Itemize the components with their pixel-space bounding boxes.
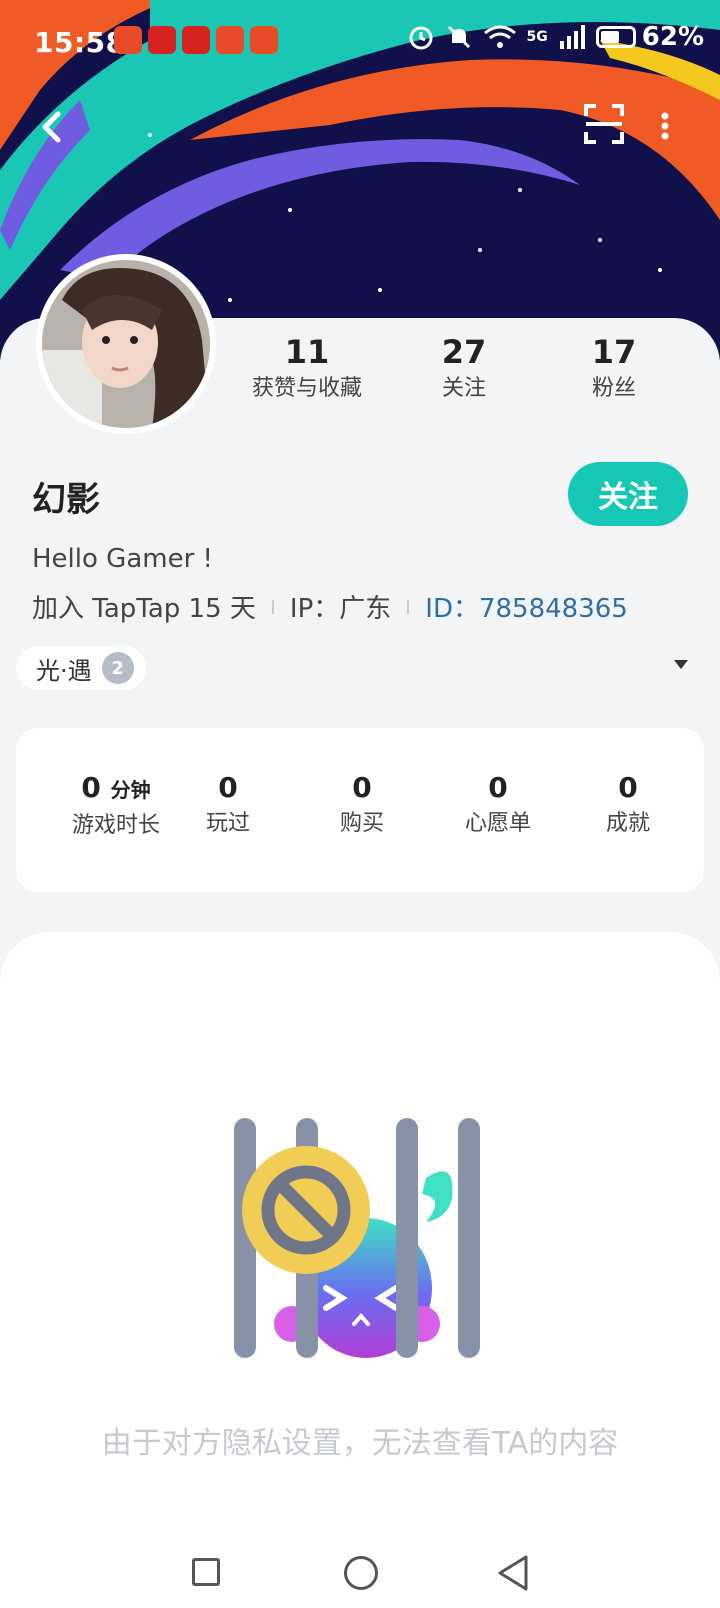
stat-value: 0 xyxy=(488,771,508,804)
battery-icon xyxy=(595,26,636,48)
join-duration: 加入 TapTap 15 天 xyxy=(32,594,256,624)
game-tag-name: 光·遇 xyxy=(36,656,92,685)
stat-value: 11 xyxy=(284,333,330,371)
stat-value: 0 xyxy=(352,771,372,804)
stat-value: 0 xyxy=(81,771,101,804)
stat-value: 0 xyxy=(218,771,238,804)
stat-value: 0 xyxy=(618,771,638,804)
stat-label: 获赞与收藏 xyxy=(251,376,362,401)
game-stats-card: 0 分钟 游戏时长 0 玩过 0 购买 0 心愿单 0 成就 xyxy=(16,728,704,892)
recent-apps-icon[interactable] xyxy=(192,1558,220,1586)
stat-following[interactable]: 27 关注 xyxy=(414,332,514,406)
pinduoduo-app-icon xyxy=(148,26,176,54)
taobao-app-icon xyxy=(114,26,142,54)
game-tag[interactable]: 光·遇 2 xyxy=(16,646,146,690)
home-icon[interactable] xyxy=(344,1556,378,1590)
scan-icon[interactable] xyxy=(580,100,628,148)
taobao-app-icon xyxy=(250,26,278,54)
stat-likes[interactable]: 11 获赞与收藏 xyxy=(242,332,372,406)
status-time: 15:58 xyxy=(34,26,126,59)
stat-label: 粉丝 xyxy=(591,376,636,401)
stat-unit: 分钟 xyxy=(110,778,151,802)
stat-play-time[interactable]: 0 分钟 游戏时长 xyxy=(36,770,196,844)
privacy-blocked-illustration xyxy=(234,1118,480,1358)
profile-name: 幻影 xyxy=(32,480,100,520)
level-badge-value: 2 xyxy=(111,657,124,679)
nav-back-icon[interactable] xyxy=(496,1554,530,1592)
stat-wishlist[interactable]: 0 心愿单 xyxy=(448,770,548,842)
stat-value: 27 xyxy=(441,333,487,371)
stat-label: 成就 xyxy=(605,811,650,836)
level-badge-icon: 2 xyxy=(101,652,134,684)
stat-label: 购买 xyxy=(339,811,384,836)
chevron-down-icon[interactable] xyxy=(674,660,688,669)
back-icon[interactable] xyxy=(28,102,78,152)
battery-indicator: 62% xyxy=(595,22,704,52)
stat-followers[interactable]: 17 粉丝 xyxy=(564,332,664,406)
follow-button[interactable]: 关注 xyxy=(568,462,688,526)
mute-bell-icon xyxy=(447,25,470,49)
avatar-photo xyxy=(42,260,210,428)
profile-page: 15:58 5G 62% 11 获赞与收藏 27 关注 17 粉丝 幻影 关注 … xyxy=(0,0,720,1608)
status-icons: 5G 62% xyxy=(407,22,704,52)
stat-label: 玩过 xyxy=(205,811,250,836)
network-type: 5G xyxy=(526,29,548,45)
privacy-message: 由于对方隐私设置，无法查看TA的内容 xyxy=(101,1426,619,1461)
divider xyxy=(407,599,410,614)
profile-meta: 加入 TapTap 15 天 IP：广东 ID：785848365 xyxy=(32,588,628,625)
top-action-bar xyxy=(0,90,720,160)
pinduoduo-app-icon xyxy=(182,26,210,54)
stat-label: 游戏时长 xyxy=(71,813,160,838)
profile-bio: Hello Gamer ! xyxy=(32,544,213,574)
alarm-icon xyxy=(409,26,433,50)
ip-location: IP：广东 xyxy=(289,594,392,624)
stat-value: 17 xyxy=(591,333,637,371)
status-bar: 15:58 5G 62% xyxy=(0,0,720,90)
wifi-icon xyxy=(483,25,516,48)
avatar[interactable] xyxy=(36,254,216,434)
divider xyxy=(271,599,274,614)
user-id[interactable]: ID：785848365 xyxy=(425,588,628,625)
stat-achievements[interactable]: 0 成就 xyxy=(588,770,668,842)
stat-purchased[interactable]: 0 购买 xyxy=(322,770,402,842)
app-notification-icon xyxy=(216,26,244,54)
battery-percent: 62% xyxy=(641,22,704,52)
stat-played[interactable]: 0 玩过 xyxy=(188,770,268,842)
signal-icon xyxy=(559,25,585,49)
stat-label: 关注 xyxy=(441,376,486,401)
stat-label: 心愿单 xyxy=(464,811,531,836)
more-icon[interactable] xyxy=(650,102,680,150)
system-nav-bar xyxy=(0,1536,720,1608)
